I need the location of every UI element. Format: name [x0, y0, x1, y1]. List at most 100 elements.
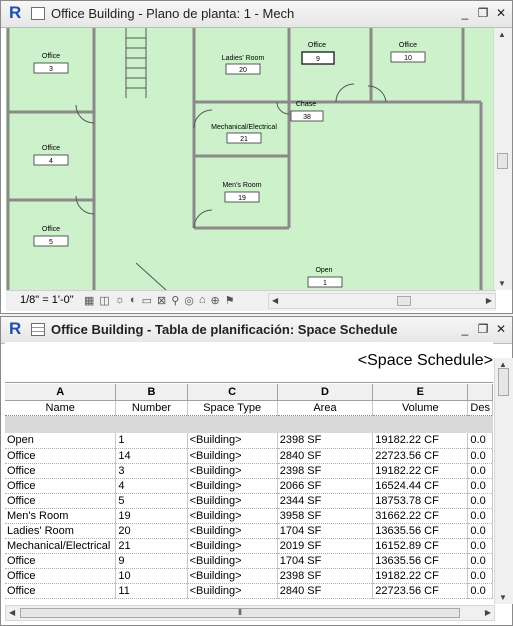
table-cell[interactable]: 2840 SF [277, 448, 374, 464]
temporary-hide-icon[interactable]: ⚲ [171, 294, 179, 307]
plan-horizontal-scrollbar[interactable]: ◀ ▶ [268, 293, 496, 309]
table-cell[interactable]: Ladies' Room [5, 523, 117, 539]
table-cell[interactable]: <Building> [187, 553, 278, 569]
scroll-down-icon[interactable]: ▼ [498, 279, 506, 288]
table-cell[interactable]: 2398 SF [277, 433, 374, 449]
table-row[interactable]: Ladies' Room 20 <Building> 1704 SF 13635.56 … [5, 523, 493, 539]
restore-button[interactable]: ❐ [476, 5, 490, 21]
floor-plan-canvas[interactable]: Office 3 Office 4 Office 5 Ladies' Room … [6, 28, 494, 290]
table-cell[interactable]: <Building> [187, 448, 278, 464]
table-cell[interactable]: Open [5, 433, 117, 449]
column-letter[interactable]: E [372, 384, 469, 401]
highlight-icon[interactable]: ⚑ [225, 294, 235, 307]
column-header[interactable]: Des [467, 400, 493, 416]
reveal-hidden-icon[interactable]: ◎ [184, 294, 194, 307]
table-cell[interactable]: 10 [115, 568, 188, 584]
table-cell[interactable]: Office [5, 568, 117, 584]
table-cell[interactable]: 3958 SF [277, 508, 374, 524]
table-row[interactable]: Office 5 <Building> 2344 SF 18753.78 CF 0.0 [5, 493, 493, 509]
scroll-right-icon[interactable]: ▶ [486, 296, 492, 305]
schedule-horizontal-scrollbar[interactable]: ◀ ⦀ ▶ [5, 605, 495, 621]
table-cell[interactable]: <Building> [187, 568, 278, 584]
column-letter[interactable]: B [115, 384, 188, 401]
table-cell[interactable]: 0.0 [467, 583, 493, 599]
analytical-model-icon[interactable]: ⊕ [211, 294, 220, 307]
table-cell[interactable]: 20 [115, 523, 188, 539]
table-row[interactable]: Office 11 <Building> 2840 SF 22723.56 CF 0.0 [5, 583, 493, 599]
table-cell[interactable]: 16152.89 CF [372, 538, 469, 554]
table-cell[interactable]: 0.0 [467, 568, 493, 584]
column-header[interactable]: Volume [372, 400, 469, 416]
minimize-button[interactable]: _ [458, 5, 472, 21]
schedule-grid[interactable]: <Space Schedule> A B C D E Name Number S… [5, 342, 493, 604]
table-row[interactable]: Office 14 <Building> 2840 SF 22723.56 CF 0.0 [5, 448, 493, 464]
table-cell[interactable]: Office [5, 448, 117, 464]
table-cell[interactable]: 11 [115, 583, 188, 599]
scroll-right-icon[interactable]: ▶ [485, 608, 491, 617]
table-cell[interactable]: <Building> [187, 463, 278, 479]
table-cell[interactable]: Office [5, 493, 117, 509]
table-cell[interactable]: Men's Room [5, 508, 117, 524]
scroll-left-icon[interactable]: ◀ [9, 608, 15, 617]
table-cell[interactable]: 19182.22 CF [372, 433, 469, 449]
table-cell[interactable]: 13635.56 CF [372, 523, 469, 539]
table-cell[interactable]: 0.0 [467, 493, 493, 509]
table-cell[interactable]: 16524.44 CF [372, 478, 469, 494]
table-cell[interactable]: 0.0 [467, 448, 493, 464]
table-cell[interactable]: <Building> [187, 583, 278, 599]
table-cell[interactable]: 2398 SF [277, 463, 374, 479]
table-row[interactable]: Office 10 <Building> 2398 SF 19182.22 CF 0.0 [5, 568, 493, 584]
scroll-thumb[interactable] [397, 296, 411, 306]
table-cell[interactable]: 22723.56 CF [372, 448, 469, 464]
table-cell[interactable]: 9 [115, 553, 188, 569]
column-header[interactable]: Area [277, 400, 374, 416]
scale-selector[interactable]: 1/8" = 1'-0" [20, 294, 74, 306]
table-cell[interactable]: 2398 SF [277, 568, 374, 584]
table-cell[interactable]: 2019 SF [277, 538, 374, 554]
table-cell[interactable]: 0.0 [467, 508, 493, 524]
table-cell[interactable]: 2066 SF [277, 478, 374, 494]
table-row[interactable]: Men's Room 19 <Building> 3958 SF 31662.22 CF… [5, 508, 493, 524]
table-row[interactable]: Open 1 <Building> 2398 SF 19182.22 CF 0.0 [5, 433, 493, 449]
table-cell[interactable]: <Building> [187, 478, 278, 494]
table-cell[interactable]: 0.0 [467, 433, 493, 449]
table-cell[interactable]: Office [5, 553, 117, 569]
table-cell[interactable]: 1 [115, 433, 188, 449]
title-bar[interactable]: R Office Building - Tabla de planificaci… [1, 317, 512, 344]
table-cell[interactable]: <Building> [187, 523, 278, 539]
column-letter[interactable]: A [5, 384, 117, 401]
table-cell[interactable]: 1704 SF [277, 523, 374, 539]
sun-path-icon[interactable]: ☼ [115, 294, 125, 307]
table-cell[interactable]: Mechanical/Electrical [5, 538, 117, 554]
column-letter[interactable]: C [187, 384, 278, 401]
table-cell[interactable]: 19 [115, 508, 188, 524]
scroll-left-icon[interactable]: ◀ [272, 296, 278, 305]
table-cell[interactable]: 0.0 [467, 523, 493, 539]
scroll-up-icon[interactable]: ▲ [498, 30, 506, 39]
schedule-table[interactable]: A B C D E Name Number Space Type Area Vo… [5, 384, 493, 599]
scroll-down-icon[interactable]: ▼ [499, 593, 507, 602]
table-cell[interactable]: 14 [115, 448, 188, 464]
column-letter[interactable] [467, 384, 493, 401]
minimize-button[interactable]: _ [458, 321, 472, 337]
table-cell[interactable]: 21 [115, 538, 188, 554]
table-cell[interactable]: 13635.56 CF [372, 553, 469, 569]
table-cell[interactable]: 19182.22 CF [372, 568, 469, 584]
table-cell[interactable]: 0.0 [467, 478, 493, 494]
table-cell[interactable]: Office [5, 463, 117, 479]
schedule-vertical-scrollbar[interactable]: ▲ ▼ [494, 358, 513, 604]
plan-vertical-scrollbar[interactable]: ▲ ▼ [493, 28, 512, 290]
close-button[interactable]: ✕ [494, 321, 508, 337]
scroll-thumb[interactable]: ⦀ [20, 608, 460, 618]
scroll-thumb[interactable] [498, 368, 509, 396]
table-cell[interactable]: <Building> [187, 508, 278, 524]
table-cell[interactable]: 0.0 [467, 463, 493, 479]
table-cell[interactable]: 4 [115, 478, 188, 494]
close-button[interactable]: ✕ [494, 5, 508, 21]
column-letter[interactable]: D [277, 384, 374, 401]
table-cell[interactable]: <Building> [187, 433, 278, 449]
table-cell[interactable]: Office [5, 583, 117, 599]
table-cell[interactable]: 31662.22 CF [372, 508, 469, 524]
column-header[interactable]: Name [5, 400, 117, 416]
table-cell[interactable]: Office [5, 478, 117, 494]
